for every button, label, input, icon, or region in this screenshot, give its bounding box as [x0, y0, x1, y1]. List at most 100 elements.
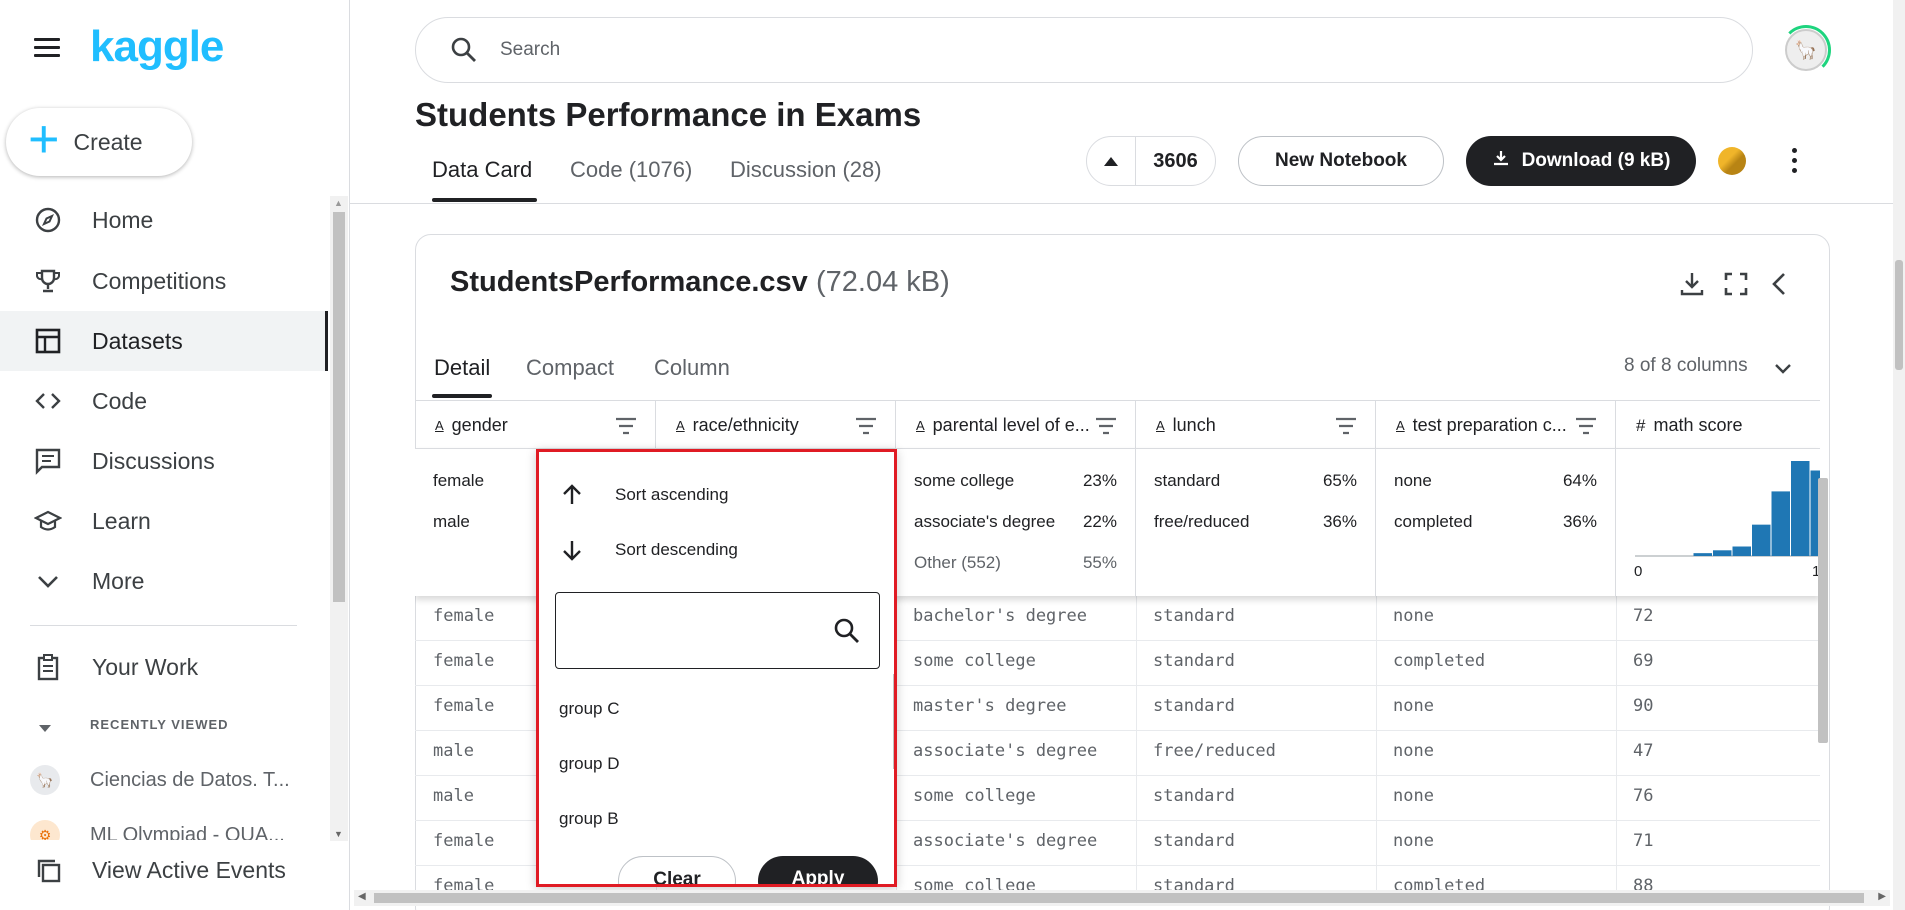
- new-notebook-button[interactable]: New Notebook: [1238, 136, 1444, 186]
- caret-down-icon[interactable]: [38, 721, 52, 739]
- page-scrollbar[interactable]: [1893, 0, 1905, 910]
- create-label: Create: [73, 128, 143, 155]
- cell-test-prep: none: [1393, 741, 1434, 761]
- scrollbar-thumb[interactable]: [1895, 260, 1903, 370]
- filter-icon[interactable]: [1575, 417, 1597, 435]
- search-icon[interactable]: [833, 617, 861, 645]
- sidebar-item-discussions[interactable]: Discussions: [0, 431, 328, 491]
- scroll-right-arrow-icon[interactable]: ▶: [1878, 891, 1886, 902]
- sidebar-item-code[interactable]: Code: [0, 371, 328, 431]
- plus-icon: +: [28, 109, 60, 169]
- cell-lunch: standard: [1153, 651, 1235, 671]
- cell-gender: female: [433, 696, 495, 716]
- filter-icon[interactable]: [1335, 417, 1357, 435]
- cell-math-score: 69: [1633, 651, 1654, 671]
- scrollbar-thumb[interactable]: [333, 212, 345, 602]
- filter-option[interactable]: group D: [559, 754, 619, 774]
- sidebar-item-learn[interactable]: Learn: [0, 491, 328, 551]
- sort-ascending-option[interactable]: Sort ascending: [559, 482, 728, 508]
- column-header-test-preparation[interactable]: A test preparation c...: [1376, 400, 1616, 450]
- column-header-lunch[interactable]: A lunch: [1136, 400, 1376, 450]
- tab-detail[interactable]: Detail: [434, 355, 490, 381]
- string-type-icon: A: [916, 418, 925, 433]
- filter-icon[interactable]: [1095, 417, 1117, 435]
- cell-parental-level: bachelor's degree: [913, 606, 1087, 626]
- summary-parental-level: some college 23% associate's degree 22% Ot…: [896, 449, 1136, 597]
- cell-parental-level: master's degree: [913, 696, 1067, 716]
- scroll-up-arrow-icon[interactable]: ▲: [334, 198, 343, 208]
- filter-icon[interactable]: [855, 417, 877, 435]
- kaggle-logo[interactable]: kaggle: [90, 22, 224, 72]
- sidebar-item-label: Learn: [92, 507, 151, 534]
- fullscreen-icon[interactable]: [1722, 270, 1750, 298]
- tab-compact[interactable]: Compact: [526, 355, 614, 381]
- popup-scrollbar[interactable]: [893, 674, 894, 769]
- column-name: lunch: [1172, 415, 1216, 435]
- histogram-axis-min: 0: [1634, 563, 1643, 580]
- filter-option[interactable]: group C: [559, 699, 619, 719]
- cell-test-prep: completed: [1393, 651, 1486, 671]
- math-score-histogram: [1635, 461, 1820, 557]
- column-filter-popup: Sort ascending Sort descending group C g…: [536, 449, 897, 887]
- sidebar-item-home[interactable]: Home: [0, 190, 328, 250]
- column-count[interactable]: 8 of 8 columns: [1624, 355, 1748, 377]
- graduation-cap-icon: [33, 506, 63, 536]
- filter-search-input[interactable]: [555, 592, 880, 669]
- more-options-icon[interactable]: [1792, 148, 1798, 174]
- horizontal-scrollbar[interactable]: ◀ ▶: [354, 890, 1890, 906]
- file-size: (72.04 kB): [816, 266, 950, 298]
- column-header-parental-level[interactable]: A parental level of e...: [896, 400, 1136, 450]
- column-name: race/ethnicity: [692, 415, 799, 435]
- summary-pct: 36%: [1322, 512, 1357, 531]
- search-placeholder: Search: [500, 39, 561, 60]
- apply-button[interactable]: Apply: [758, 856, 878, 884]
- sidebar-item-label: More: [92, 567, 145, 594]
- cell-math-score: 88: [1633, 876, 1654, 890]
- filter-icon[interactable]: [615, 417, 637, 435]
- sidebar-item-your-work[interactable]: Your Work: [0, 637, 328, 697]
- filter-option[interactable]: group B: [559, 809, 619, 829]
- column-header-gender[interactable]: A gender: [415, 400, 656, 450]
- download-button[interactable]: Download (9 kB): [1466, 136, 1696, 186]
- sort-descending-option[interactable]: Sort descending: [559, 537, 738, 563]
- scroll-down-arrow-icon[interactable]: ▼: [334, 829, 343, 839]
- string-type-icon: A: [435, 418, 444, 433]
- sidebar-item-datasets[interactable]: Datasets: [0, 311, 328, 371]
- summary-pct: 22%: [1082, 512, 1117, 531]
- column-header-race-ethnicity[interactable]: A race/ethnicity: [656, 400, 896, 450]
- arrow-down-icon: [559, 537, 585, 563]
- chevron-down-icon[interactable]: [1772, 357, 1794, 379]
- user-avatar[interactable]: 🦙: [1785, 29, 1827, 71]
- sidebar-item-competitions[interactable]: Competitions: [0, 251, 328, 311]
- column-name: test preparation c...: [1412, 415, 1567, 435]
- summary-row: none 64%: [1394, 471, 1597, 491]
- sidebar-item-view-active-events[interactable]: View Active Events: [0, 840, 328, 900]
- tab-underline: [432, 394, 492, 398]
- sidebar-item-label: Code: [92, 387, 147, 414]
- sidebar-scrollbar[interactable]: ▲ ▼: [330, 196, 348, 841]
- clear-button[interactable]: Clear: [618, 856, 736, 884]
- chevron-down-icon: [33, 566, 63, 596]
- column-header-math-score[interactable]: # math score: [1616, 400, 1820, 450]
- tab-column[interactable]: Column: [654, 355, 730, 381]
- sidebar-item-more[interactable]: More: [0, 551, 328, 611]
- table-scrollbar[interactable]: [1818, 478, 1828, 743]
- create-button[interactable]: + Create: [6, 108, 192, 176]
- column-name: parental level of e...: [932, 415, 1090, 435]
- upvote-button[interactable]: [1087, 137, 1136, 185]
- string-type-icon: A: [1156, 418, 1165, 433]
- search-bar[interactable]: Search: [415, 17, 1753, 83]
- column-name: math score: [1653, 415, 1743, 435]
- cell-math-score: 90: [1633, 696, 1654, 716]
- column-name: gender: [451, 415, 508, 435]
- summary-value: none: [1394, 471, 1432, 490]
- menu-icon[interactable]: [34, 38, 60, 60]
- tab-code[interactable]: Code (1076): [570, 157, 692, 183]
- tab-discussion[interactable]: Discussion (28): [730, 157, 882, 183]
- tab-data-card[interactable]: Data Card: [432, 157, 532, 183]
- download-icon[interactable]: [1678, 270, 1706, 298]
- scroll-left-arrow-icon[interactable]: ◀: [358, 891, 366, 902]
- chevron-left-icon[interactable]: [1766, 270, 1794, 298]
- scrollbar-thumb[interactable]: [374, 893, 1864, 903]
- recent-item[interactable]: 🦙 Ciencias de Datos. T...: [30, 765, 290, 795]
